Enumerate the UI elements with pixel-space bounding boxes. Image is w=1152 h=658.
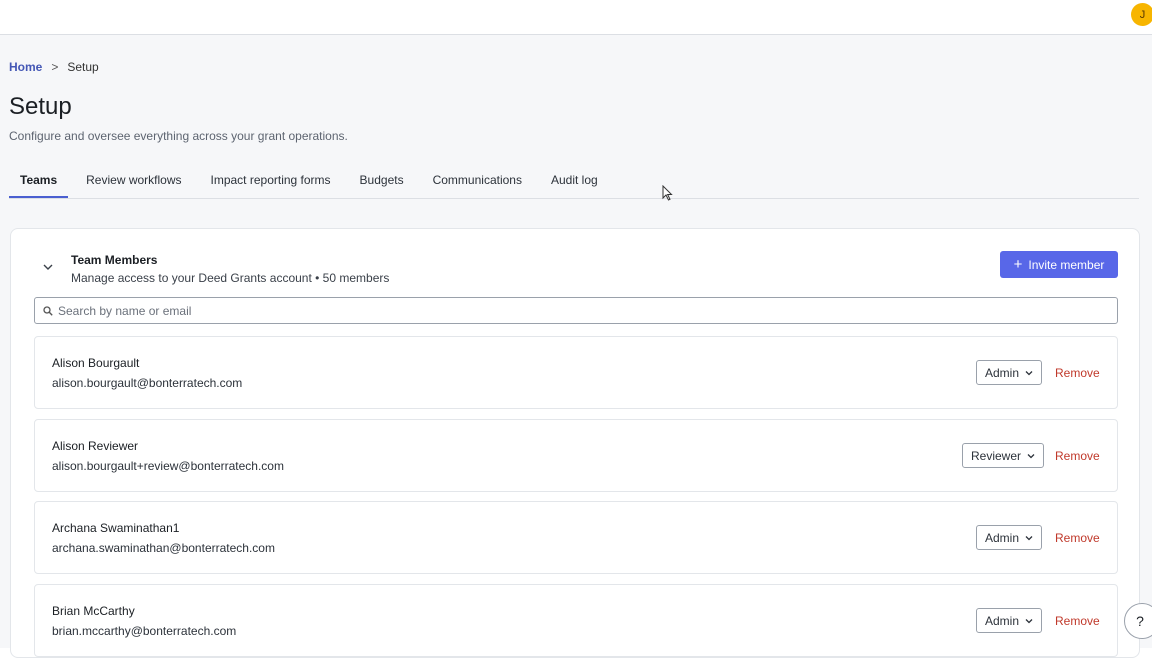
tab-audit-log[interactable]: Audit log [551,169,598,198]
member-email: brian.mccarthy@bonterratech.com [52,624,237,638]
help-icon: ? [1136,613,1144,629]
page-subtitle: Configure and oversee everything across … [9,129,348,143]
invite-member-label: Invite member [1028,257,1105,272]
chevron-down-icon [1025,370,1033,375]
chevron-down-icon [1027,453,1035,458]
invite-member-button[interactable]: + Invite member [1000,251,1118,278]
member-name: Alison Bourgault [52,356,140,370]
team-members-card: Team Members Manage access to your Deed … [10,228,1140,658]
chevron-down-icon [1025,618,1033,623]
remove-member-link[interactable]: Remove [1055,531,1100,545]
role-select[interactable]: Admin [976,525,1043,550]
role-select[interactable]: Reviewer [962,443,1045,468]
role-value: Admin [985,530,1020,545]
section-description: Manage access to your Deed Grants accoun… [71,271,390,285]
breadcrumb-home-link[interactable]: Home [9,60,42,74]
member-email: alison.bourgault@bonterratech.com [52,376,243,390]
member-name: Alison Reviewer [52,439,139,453]
member-row: Archana Swaminathan1 archana.swaminathan… [34,501,1118,574]
member-row: Brian McCarthy brian.mccarthy@bonterrate… [34,584,1118,657]
top-bar: J [0,0,1152,35]
chevron-down-icon [1025,535,1033,540]
user-avatar[interactable]: J [1131,3,1152,26]
member-name: Archana Swaminathan1 [52,521,180,535]
tab-budgets[interactable]: Budgets [360,169,404,198]
help-button[interactable]: ? [1124,603,1152,639]
tab-impact-reporting-forms[interactable]: Impact reporting forms [211,169,331,198]
breadcrumb-current: Setup [67,60,99,74]
member-email: alison.bourgault+review@bonterratech.com [52,459,284,473]
breadcrumb: Home > Setup [9,60,99,74]
tab-communications[interactable]: Communications [433,169,522,198]
setup-tabs: Teams Review workflows Impact reporting … [9,169,1139,199]
tab-teams[interactable]: Teams [9,169,69,198]
mouse-cursor-icon [662,185,673,201]
breadcrumb-separator: > [51,60,59,74]
remove-member-link[interactable]: Remove [1055,614,1100,628]
member-search-input[interactable] [58,298,1108,323]
setup-page: Home > Setup Setup Configure and oversee… [0,35,1152,658]
member-email: archana.swaminathan@bonterratech.com [52,541,275,555]
tab-review-workflows[interactable]: Review workflows [86,169,181,198]
remove-member-link[interactable]: Remove [1055,366,1100,380]
role-value: Admin [985,613,1020,628]
remove-member-link[interactable]: Remove [1055,449,1100,463]
role-select[interactable]: Admin [976,360,1043,385]
search-icon [43,306,53,316]
plus-icon: + [1013,255,1023,273]
member-name: Brian McCarthy [52,604,135,618]
role-value: Admin [985,365,1020,380]
section-title: Team Members [71,253,158,267]
role-select[interactable]: Admin [976,608,1043,633]
collapse-chevron-icon[interactable] [43,262,53,272]
page-title: Setup [9,93,72,120]
member-row: Alison Bourgault alison.bourgault@bonter… [34,336,1118,409]
role-value: Reviewer [971,448,1022,463]
member-search-box [34,297,1118,324]
member-row: Alison Reviewer alison.bourgault+review@… [34,419,1118,492]
